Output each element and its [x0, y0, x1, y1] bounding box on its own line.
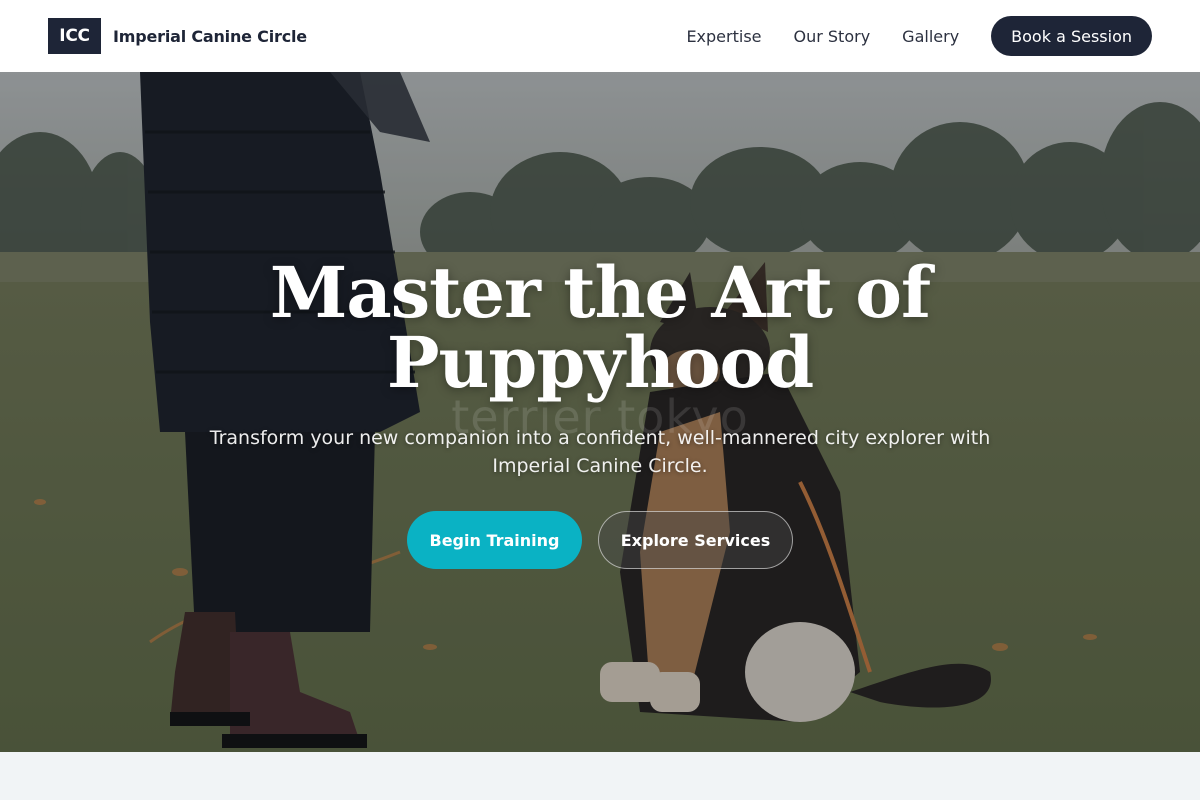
hero-section: terrier tokyo Master the Art of Puppyhoo… [0, 72, 1200, 752]
nav-link-gallery[interactable]: Gallery [902, 27, 959, 46]
hero-title: Master the Art of Puppyhood [0, 258, 1200, 398]
hero-title-line-2: Puppyhood [386, 321, 814, 404]
nav-link-expertise[interactable]: Expertise [686, 27, 761, 46]
book-session-button[interactable]: Book a Session [991, 16, 1152, 56]
brand-name[interactable]: Imperial Canine Circle [113, 27, 307, 46]
begin-training-button[interactable]: Begin Training [407, 511, 582, 569]
logo[interactable]: ICC [48, 18, 101, 54]
hero-title-line-1: Master the Art of [269, 251, 931, 334]
next-section-edge [0, 752, 1200, 800]
main-nav: Expertise Our Story Gallery [686, 27, 959, 46]
nav-link-our-story[interactable]: Our Story [794, 27, 871, 46]
hero-subtitle: Transform your new companion into a conf… [209, 427, 991, 477]
site-header: ICC Imperial Canine Circle Expertise Our… [0, 0, 1200, 72]
explore-services-button[interactable]: Explore Services [598, 511, 793, 569]
